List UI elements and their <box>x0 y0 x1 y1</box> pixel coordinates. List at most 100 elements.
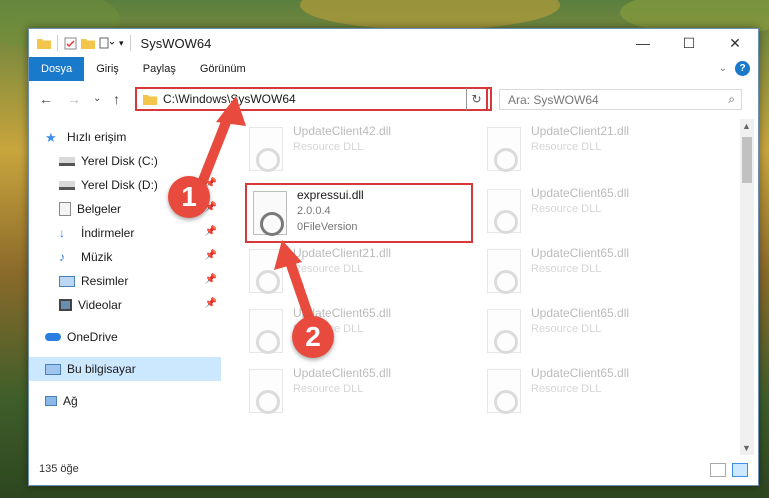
sidebar-item-local-disk-c[interactable]: Yerel Disk (C:) 📌 <box>29 149 221 173</box>
dll-file-icon <box>249 127 283 172</box>
pin-icon[interactable]: 📌 <box>205 250 217 261</box>
file-description: Resource DLL <box>531 323 602 335</box>
sidebar-item-quick-access[interactable]: ★ Hızlı erişim <box>29 125 221 149</box>
customize-toolbar-icon[interactable] <box>99 37 115 49</box>
toolbar-dropdown-icon[interactable]: ▾ <box>119 38 124 49</box>
sidebar-item-videos[interactable]: Videolar 📌 <box>29 293 221 317</box>
sidebar-item-label: Yerel Disk (C:) <box>81 154 158 168</box>
sidebar-item-downloads[interactable]: ↓ İndirmeler 📌 <box>29 221 221 245</box>
large-icons-view-icon[interactable] <box>732 463 748 477</box>
close-button[interactable]: ✕ <box>712 29 758 57</box>
details-view-icon[interactable] <box>710 463 726 477</box>
pin-icon[interactable]: 📌 <box>205 226 217 237</box>
sidebar-item-label: Belgeler <box>77 202 122 216</box>
back-button[interactable]: ← <box>39 91 53 107</box>
scroll-down-icon[interactable]: ▼ <box>742 443 751 453</box>
sidebar-item-label: Videolar <box>78 298 122 312</box>
step-2-callout: 2 <box>292 316 334 358</box>
dll-file-icon <box>253 191 287 236</box>
search-icon[interactable]: ⌕ <box>728 92 735 107</box>
dll-file-icon <box>487 369 521 414</box>
properties-icon[interactable] <box>64 37 77 50</box>
navigation-bar: ← → ⌄ ↑ C:\Windows\SysWOW64 ⌄ ↻ Ara: Sys… <box>29 85 758 115</box>
folder-icon <box>143 95 157 105</box>
address-bar[interactable]: C:\Windows\SysWOW64 ⌄ <box>135 87 492 111</box>
tab-home[interactable]: Giriş <box>84 57 131 81</box>
file-item[interactable]: UpdateClient65.dllResource DLL <box>249 305 479 361</box>
help-button[interactable]: ? <box>735 61 750 76</box>
file-description: Resource DLL <box>293 141 364 153</box>
network-icon <box>45 396 57 406</box>
file-name: UpdateClient65.dll <box>293 366 392 380</box>
scrollbar-thumb[interactable] <box>742 137 752 183</box>
dll-file-icon <box>249 249 283 294</box>
file-name: UpdateClient65.dll <box>531 306 630 320</box>
sidebar-item-label: Ağ <box>63 394 78 408</box>
file-item[interactable]: UpdateClient65.dll Resource DLL <box>487 305 717 361</box>
window-controls: — ☐ ✕ <box>620 29 758 57</box>
dll-file-icon <box>487 309 521 354</box>
file-name: expressui.dll <box>297 188 364 202</box>
view-switcher <box>710 463 748 477</box>
file-item[interactable]: UpdateClient65.dllResource DLL <box>487 365 717 421</box>
refresh-button[interactable]: ↻ <box>466 87 488 111</box>
background-foliage <box>300 0 560 30</box>
sidebar-item-onedrive[interactable]: OneDrive <box>29 325 221 349</box>
file-item[interactable]: UpdateClient65.dllResource DLL <box>487 185 717 241</box>
maximize-button[interactable]: ☐ <box>666 29 712 57</box>
sidebar-item-label: İndirmeler <box>81 226 135 240</box>
up-button[interactable]: ↑ <box>113 91 120 107</box>
file-item[interactable]: UpdateClient21.dll Resource DLL <box>249 245 479 301</box>
file-description: Resource DLL <box>531 141 602 153</box>
sidebar-item-network[interactable]: Ağ <box>29 389 221 413</box>
status-item-count: 135 öğe <box>39 463 79 475</box>
file-name: UpdateClient65.dll <box>531 366 630 380</box>
search-placeholder: Ara: SysWOW64 <box>508 92 599 107</box>
file-version-label: 0FileVersion <box>297 221 358 233</box>
folder-icon <box>37 39 51 49</box>
sidebar-item-music[interactable]: ♪ Müzik 📌 <box>29 245 221 269</box>
pin-icon[interactable]: 📌 <box>205 298 217 309</box>
forward-button[interactable]: → <box>67 91 81 107</box>
pictures-icon <box>59 275 75 287</box>
computer-icon <box>45 363 61 375</box>
toolbar-separator <box>57 35 58 51</box>
refresh-icon: ↻ <box>471 92 482 106</box>
music-icon: ♪ <box>59 250 65 264</box>
dll-file-icon <box>487 189 521 234</box>
dll-file-icon <box>249 309 283 354</box>
address-path[interactable]: C:\Windows\SysWOW64 <box>163 92 296 106</box>
file-item[interactable]: UpdateClient65.dllResource DLL <box>487 245 717 301</box>
star-icon: ★ <box>45 130 57 145</box>
title-bar: ▾ SysWOW64 — ☐ ✕ <box>29 29 758 57</box>
sidebar-item-label: Müzik <box>81 250 113 264</box>
dll-file-icon <box>487 127 521 172</box>
tab-share[interactable]: Paylaş <box>131 57 188 81</box>
minimize-button[interactable]: — <box>620 29 666 57</box>
tab-file[interactable]: Dosya <box>29 57 85 81</box>
expand-ribbon-icon[interactable]: ⌄ <box>719 63 727 74</box>
drive-icon <box>59 156 75 166</box>
sidebar-item-label: Resimler <box>81 274 129 288</box>
scroll-up-icon[interactable]: ▲ <box>742 121 751 131</box>
download-icon: ↓ <box>59 226 65 240</box>
file-item[interactable]: UpdateClient42.dll Resource DLL <box>249 123 479 179</box>
file-name: UpdateClient21.dll <box>531 124 630 138</box>
pin-icon[interactable]: 📌 <box>205 154 217 165</box>
step-1-callout: 1 <box>168 176 210 218</box>
sidebar-item-pictures[interactable]: Resimler 📌 <box>29 269 221 293</box>
tab-view[interactable]: Görünüm <box>188 57 258 81</box>
file-name: UpdateClient65.dll <box>531 246 630 260</box>
new-folder-icon[interactable] <box>81 37 95 49</box>
file-item[interactable]: UpdateClient21.dll Resource DLL <box>487 123 717 179</box>
documents-icon <box>59 202 71 216</box>
search-input[interactable]: Ara: SysWOW64 ⌕ <box>499 89 742 110</box>
sidebar-item-this-pc[interactable]: Bu bilgisayar <box>29 357 221 381</box>
pin-icon[interactable]: 📌 <box>205 274 217 285</box>
quick-access-toolbar: ▾ <box>29 35 133 51</box>
vertical-scrollbar[interactable]: ▲ ▼ <box>740 119 754 455</box>
sidebar-item-label: Bu bilgisayar <box>67 362 136 376</box>
recent-locations-button[interactable]: ⌄ <box>93 93 101 104</box>
file-item-expressui[interactable]: expressui.dll 2.0.0.4 0FileVersion <box>245 183 473 243</box>
file-item[interactable]: UpdateClient65.dllResource DLL <box>249 365 479 421</box>
